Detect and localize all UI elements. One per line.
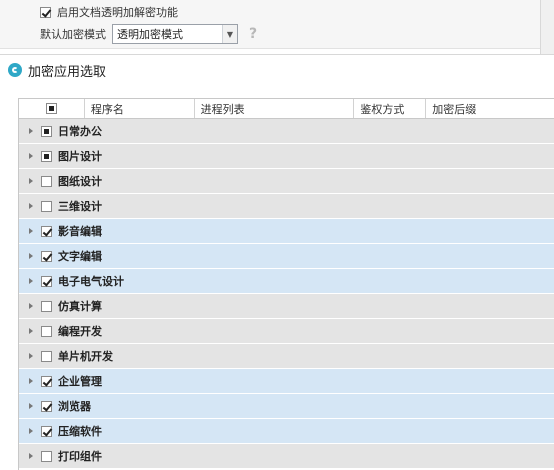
table-row[interactable]: 图片设计 [19,144,554,168]
mode-dropdown[interactable]: 透明加密模式 ▼ [112,24,238,44]
row-label: 浏览器 [58,400,91,413]
row-checkbox[interactable] [41,350,52,362]
table-row[interactable]: 打印组件 [19,444,554,468]
app-select-dialog: 加密应用选取 程序名 进程列表 鉴权方式 加密后缀 日常办公 图片设计 图纸设计… [0,54,554,470]
mode-selected-value: 透明加密模式 [117,28,183,41]
expand-triangle-icon[interactable] [29,203,33,209]
row-checkbox[interactable] [41,225,52,237]
expand-triangle-icon[interactable] [29,353,33,359]
refresh-circle-icon [8,63,22,77]
expand-triangle-icon[interactable] [29,328,33,334]
expand-triangle-icon[interactable] [29,303,33,309]
header-select-all[interactable] [19,99,85,118]
expand-triangle-icon[interactable] [29,128,33,134]
row-checkbox[interactable] [41,275,52,287]
expand-triangle-icon[interactable] [29,228,33,234]
row-label: 图片设计 [58,150,102,163]
mode-label: 默认加密模式 [40,28,106,41]
table-row[interactable]: 影音编辑 [19,219,554,243]
expand-triangle-icon[interactable] [29,278,33,284]
settings-panel: 启用文档透明加解密功能 默认加密模式 透明加密模式 ▼ ? [0,0,540,49]
table-row[interactable]: 企业管理 [19,369,554,393]
row-label: 三维设计 [58,200,102,213]
table-row[interactable]: 浏览器 [19,394,554,418]
row-label: 图纸设计 [58,175,102,188]
row-label: 压缩软件 [58,425,102,438]
table-row[interactable]: 三维设计 [19,194,554,218]
row-label: 日常办公 [58,125,102,138]
row-checkbox[interactable] [41,250,52,262]
enable-checkbox[interactable] [40,6,51,18]
row-label: 电子电气设计 [58,275,124,288]
row-checkbox[interactable] [41,125,52,137]
row-checkbox[interactable] [41,150,52,162]
table-row[interactable]: 压缩软件 [19,419,554,443]
row-label: 企业管理 [58,375,102,388]
expand-triangle-icon[interactable] [29,178,33,184]
dialog-title: 加密应用选取 [28,64,107,80]
row-checkbox[interactable] [41,425,52,437]
select-all-checkbox[interactable] [45,103,57,114]
header-auth-method[interactable]: 鉴权方式 [354,99,427,118]
table-header: 程序名 进程列表 鉴权方式 加密后缀 [19,99,554,119]
expand-triangle-icon[interactable] [29,253,33,259]
enable-label: 启用文档透明加解密功能 [57,6,178,19]
table-row[interactable]: 单片机开发 [19,344,554,368]
row-checkbox[interactable] [41,375,52,387]
mode-setting-row: 默认加密模式 透明加密模式 ▼ ? [40,24,260,44]
table-body: 日常办公 图片设计 图纸设计 三维设计 影音编辑 文字编辑 电子电气设计 仿真计… [19,119,554,469]
header-program-name[interactable]: 程序名 [85,99,195,118]
row-checkbox[interactable] [41,175,52,187]
row-label: 仿真计算 [58,300,102,313]
row-label: 打印组件 [58,450,102,463]
table-row[interactable]: 仿真计算 [19,294,554,318]
expand-triangle-icon[interactable] [29,428,33,434]
row-label: 影音编辑 [58,225,102,238]
row-label: 编程开发 [58,325,102,338]
dialog-header: 加密应用选取 [0,55,554,85]
table-row[interactable]: 文字编辑 [19,244,554,268]
vertical-scrollbar[interactable] [540,0,554,54]
table-row[interactable]: 电子电气设计 [19,269,554,293]
table-row[interactable]: 图纸设计 [19,169,554,193]
expand-triangle-icon[interactable] [29,453,33,459]
header-encrypt-suffix[interactable]: 加密后缀 [426,99,554,118]
app-table: 程序名 进程列表 鉴权方式 加密后缀 日常办公 图片设计 图纸设计 三维设计 影… [18,98,554,470]
row-checkbox[interactable] [41,300,52,312]
table-row[interactable]: 编程开发 [19,319,554,343]
row-checkbox[interactable] [41,325,52,337]
row-label: 文字编辑 [58,250,102,263]
expand-triangle-icon[interactable] [29,403,33,409]
chevron-down-icon[interactable]: ▼ [222,25,237,43]
row-label: 单片机开发 [58,350,113,363]
table-row[interactable]: 日常办公 [19,119,554,143]
expand-triangle-icon[interactable] [29,153,33,159]
expand-triangle-icon[interactable] [29,378,33,384]
row-checkbox[interactable] [41,450,52,462]
enable-setting-row: 启用文档透明加解密功能 [40,4,178,20]
question-mark-icon[interactable]: ? [246,26,260,42]
header-process-list[interactable]: 进程列表 [195,99,355,118]
row-checkbox[interactable] [41,200,52,212]
row-checkbox[interactable] [41,400,52,412]
